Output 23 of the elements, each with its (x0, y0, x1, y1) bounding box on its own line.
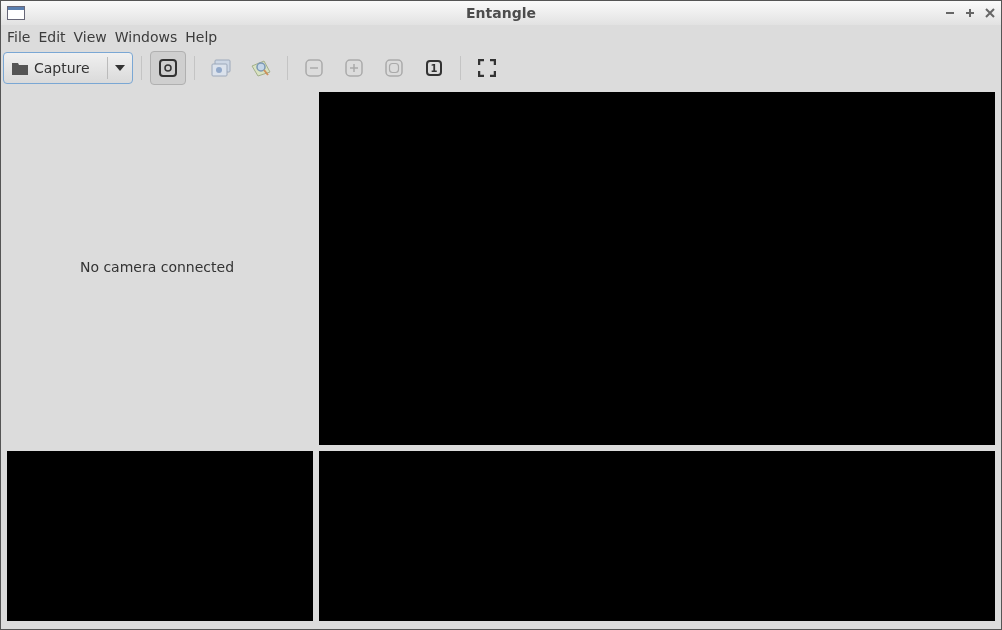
zoom-normal-button[interactable]: 1 (416, 51, 452, 86)
magnifier-icon (250, 58, 272, 79)
mode-value: Capture (34, 60, 90, 77)
zoom-in-icon (345, 59, 363, 78)
folder-icon (12, 61, 28, 76)
mode-dropdown[interactable]: Capture (3, 52, 133, 85)
window-icon (7, 5, 25, 20)
fullscreen-icon (478, 59, 496, 78)
menu-item[interactable]: File (3, 28, 35, 45)
zoom-fit-icon (385, 59, 403, 78)
close-icon[interactable] (985, 7, 995, 18)
caret-icon (115, 65, 125, 72)
photos-icon (210, 58, 232, 79)
menu-item[interactable]: Help (181, 28, 222, 45)
settings-button[interactable] (150, 51, 186, 86)
zoom-out-icon (305, 59, 323, 78)
menu-item[interactable]: Edit (34, 28, 70, 45)
maximize-icon[interactable] (965, 7, 975, 18)
settings-icon (159, 59, 177, 78)
menu-item[interactable]: View (69, 28, 111, 45)
status-message: No camera connected (79, 258, 235, 275)
window-title: Entangle (466, 4, 536, 21)
menu-item[interactable]: Windows (110, 28, 182, 45)
